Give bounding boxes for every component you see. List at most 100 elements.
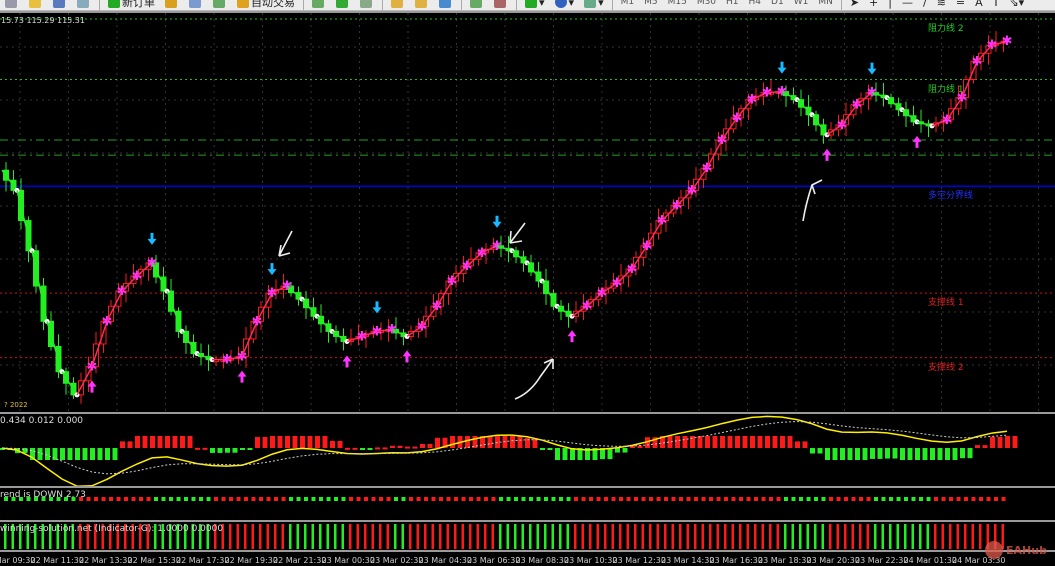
- indicators-button[interactable]: ▾: [520, 0, 550, 10]
- macd-histogram-bar: [90, 448, 95, 460]
- macd-histogram-bar: [105, 448, 110, 460]
- timeframe-mn[interactable]: MN: [813, 0, 838, 10]
- text-button[interactable]: A: [970, 0, 988, 10]
- macd-histogram-bar: [787, 436, 793, 448]
- sell-arrow-icon: [267, 263, 277, 276]
- macd-histogram-bar: [682, 436, 688, 448]
- timeframe-d1[interactable]: D1: [766, 0, 789, 10]
- macd-histogram-bar: [705, 436, 710, 448]
- indicator-g-bar: [799, 524, 802, 549]
- scroll-button[interactable]: [465, 0, 489, 10]
- hand-arrow-down-annotation: [509, 222, 526, 244]
- horizontal-line-button[interactable]: —: [897, 0, 918, 10]
- fibo-button[interactable]: ≋: [932, 0, 951, 10]
- zoom-in-button[interactable]: [386, 0, 410, 10]
- timeframe-h1[interactable]: H1: [721, 0, 744, 10]
- timeframe-m5[interactable]: M5: [639, 0, 663, 10]
- indicator-g-bar: [814, 524, 817, 549]
- indicator-g-bar: [394, 524, 397, 549]
- trend-dot: [934, 497, 938, 501]
- zoom-out-button[interactable]: [410, 0, 434, 10]
- favorites-button[interactable]: [24, 0, 48, 10]
- vertical-line-button[interactable]: |: [883, 0, 897, 10]
- trend-dot: [499, 497, 503, 501]
- macd-histogram-bar: [195, 447, 200, 450]
- macd-histogram-bar: [930, 448, 935, 460]
- trend-dot: [656, 497, 661, 501]
- indicator-g-panel[interactable]: winning-solution.net (Indicator-G): 1.00…: [0, 520, 1055, 551]
- tile-button[interactable]: [434, 0, 458, 10]
- macd-histogram-bar: [862, 448, 868, 460]
- trend-dot: [896, 497, 901, 501]
- cloud-button[interactable]: [184, 0, 208, 10]
- crosshair-button[interactable]: [0, 0, 24, 10]
- uptrend-star-marker: ✱: [612, 276, 623, 291]
- indicator-g-bar: [401, 524, 404, 549]
- trend-dot: [754, 497, 758, 501]
- line-chart-button[interactable]: [355, 0, 379, 10]
- uptrend-star-marker: ✱: [252, 314, 263, 329]
- trend-dot: [679, 497, 683, 501]
- channel-button[interactable]: =: [951, 0, 970, 10]
- uptrend-star-marker: ✱: [357, 329, 368, 344]
- trend-dot: [926, 497, 931, 501]
- trend-dot: [746, 497, 751, 501]
- trend-panel[interactable]: rend is DOWN 2.73: [0, 486, 1055, 520]
- timeframe-m15[interactable]: M15: [663, 0, 692, 10]
- label-button[interactable]: T: [988, 0, 1005, 10]
- shift-button[interactable]: [489, 0, 513, 10]
- macd-histogram-bar: [742, 436, 748, 448]
- trend-dot: [469, 497, 473, 501]
- trendline-button[interactable]: /: [918, 0, 932, 10]
- signal-button[interactable]: [208, 0, 232, 10]
- macd-histogram-bar: [712, 436, 718, 448]
- macd-histogram-bar: [360, 448, 365, 450]
- trend-dot: [649, 497, 653, 501]
- sell-arrow-icon: [147, 232, 157, 245]
- timeframe-w1[interactable]: W1: [789, 0, 814, 10]
- timeframe-h4[interactable]: H4: [744, 0, 767, 10]
- trend-dot: [559, 497, 563, 501]
- sell-arrow-icon: [867, 62, 877, 75]
- search-button[interactable]: [72, 0, 96, 10]
- macd-histogram-bar: [690, 436, 695, 448]
- arrows-button[interactable]: ⇘▾: [1004, 0, 1029, 10]
- new-order-button[interactable]: 新订单: [103, 0, 160, 10]
- indicator-g-bar: [289, 524, 292, 549]
- time-label: 23 Mar 04:30: [418, 556, 472, 565]
- macd-histogram-bar: [397, 445, 403, 448]
- timeframe-m30[interactable]: M30: [692, 0, 721, 10]
- buy-arrow-icon: [912, 135, 922, 148]
- macd-histogram-bar: [405, 446, 410, 449]
- macd-histogram-bar: [382, 447, 388, 450]
- macd-histogram-bar: [270, 436, 275, 448]
- macd-histogram-bar: [465, 436, 470, 448]
- gold-button[interactable]: [160, 0, 184, 10]
- crosshair-tool-button[interactable]: +: [864, 0, 883, 10]
- indicator-g-bar: [686, 524, 689, 549]
- indicator-g-bar: [431, 524, 434, 549]
- trend-dot: [581, 497, 586, 501]
- macd-histogram-bar: [435, 437, 440, 448]
- candle-chart-button[interactable]: [331, 0, 355, 10]
- templates-button[interactable]: ▾: [579, 0, 609, 10]
- trend-dot: [491, 497, 496, 501]
- trend-dot: [259, 497, 263, 501]
- cursor-button[interactable]: ➤: [845, 0, 864, 10]
- timeframe-m1[interactable]: M1: [616, 0, 640, 10]
- auto-trading-button[interactable]: 自动交易: [232, 0, 300, 10]
- uptrend-star-marker: ✱: [267, 286, 278, 301]
- window-button[interactable]: [48, 0, 72, 10]
- macd-histogram-bar: [45, 448, 50, 460]
- macd-histogram-bar: [900, 448, 905, 460]
- trend-dot: [349, 497, 353, 501]
- periods-button[interactable]: ▾: [550, 0, 580, 10]
- trend-dot: [619, 497, 623, 501]
- indicator-g-bar: [544, 524, 547, 549]
- main-chart-panel[interactable]: ✱ ✱ ✱ ✱ ✱ ✱ ✱ ✱ ✱ ✱ ✱ ✱ ✱ ✱ ✱ ✱ ✱ ✱ ✱ ✱ ✱ ✱ ✱ ✱ ✱ ✱ ✱ ✱ ✱ ✱ ✱ ✱ ✱ ✱ ✱ ✱ ✱ ✱ ✱ ✱…: [0, 11, 1055, 412]
- macd-histogram-bar: [697, 436, 703, 448]
- trend-dot: [386, 497, 391, 501]
- macd-panel[interactable]: 0.434 0.012 0.000: [0, 412, 1055, 486]
- sell-arrow-icon: [777, 61, 787, 74]
- bar-chart-button[interactable]: [307, 0, 331, 10]
